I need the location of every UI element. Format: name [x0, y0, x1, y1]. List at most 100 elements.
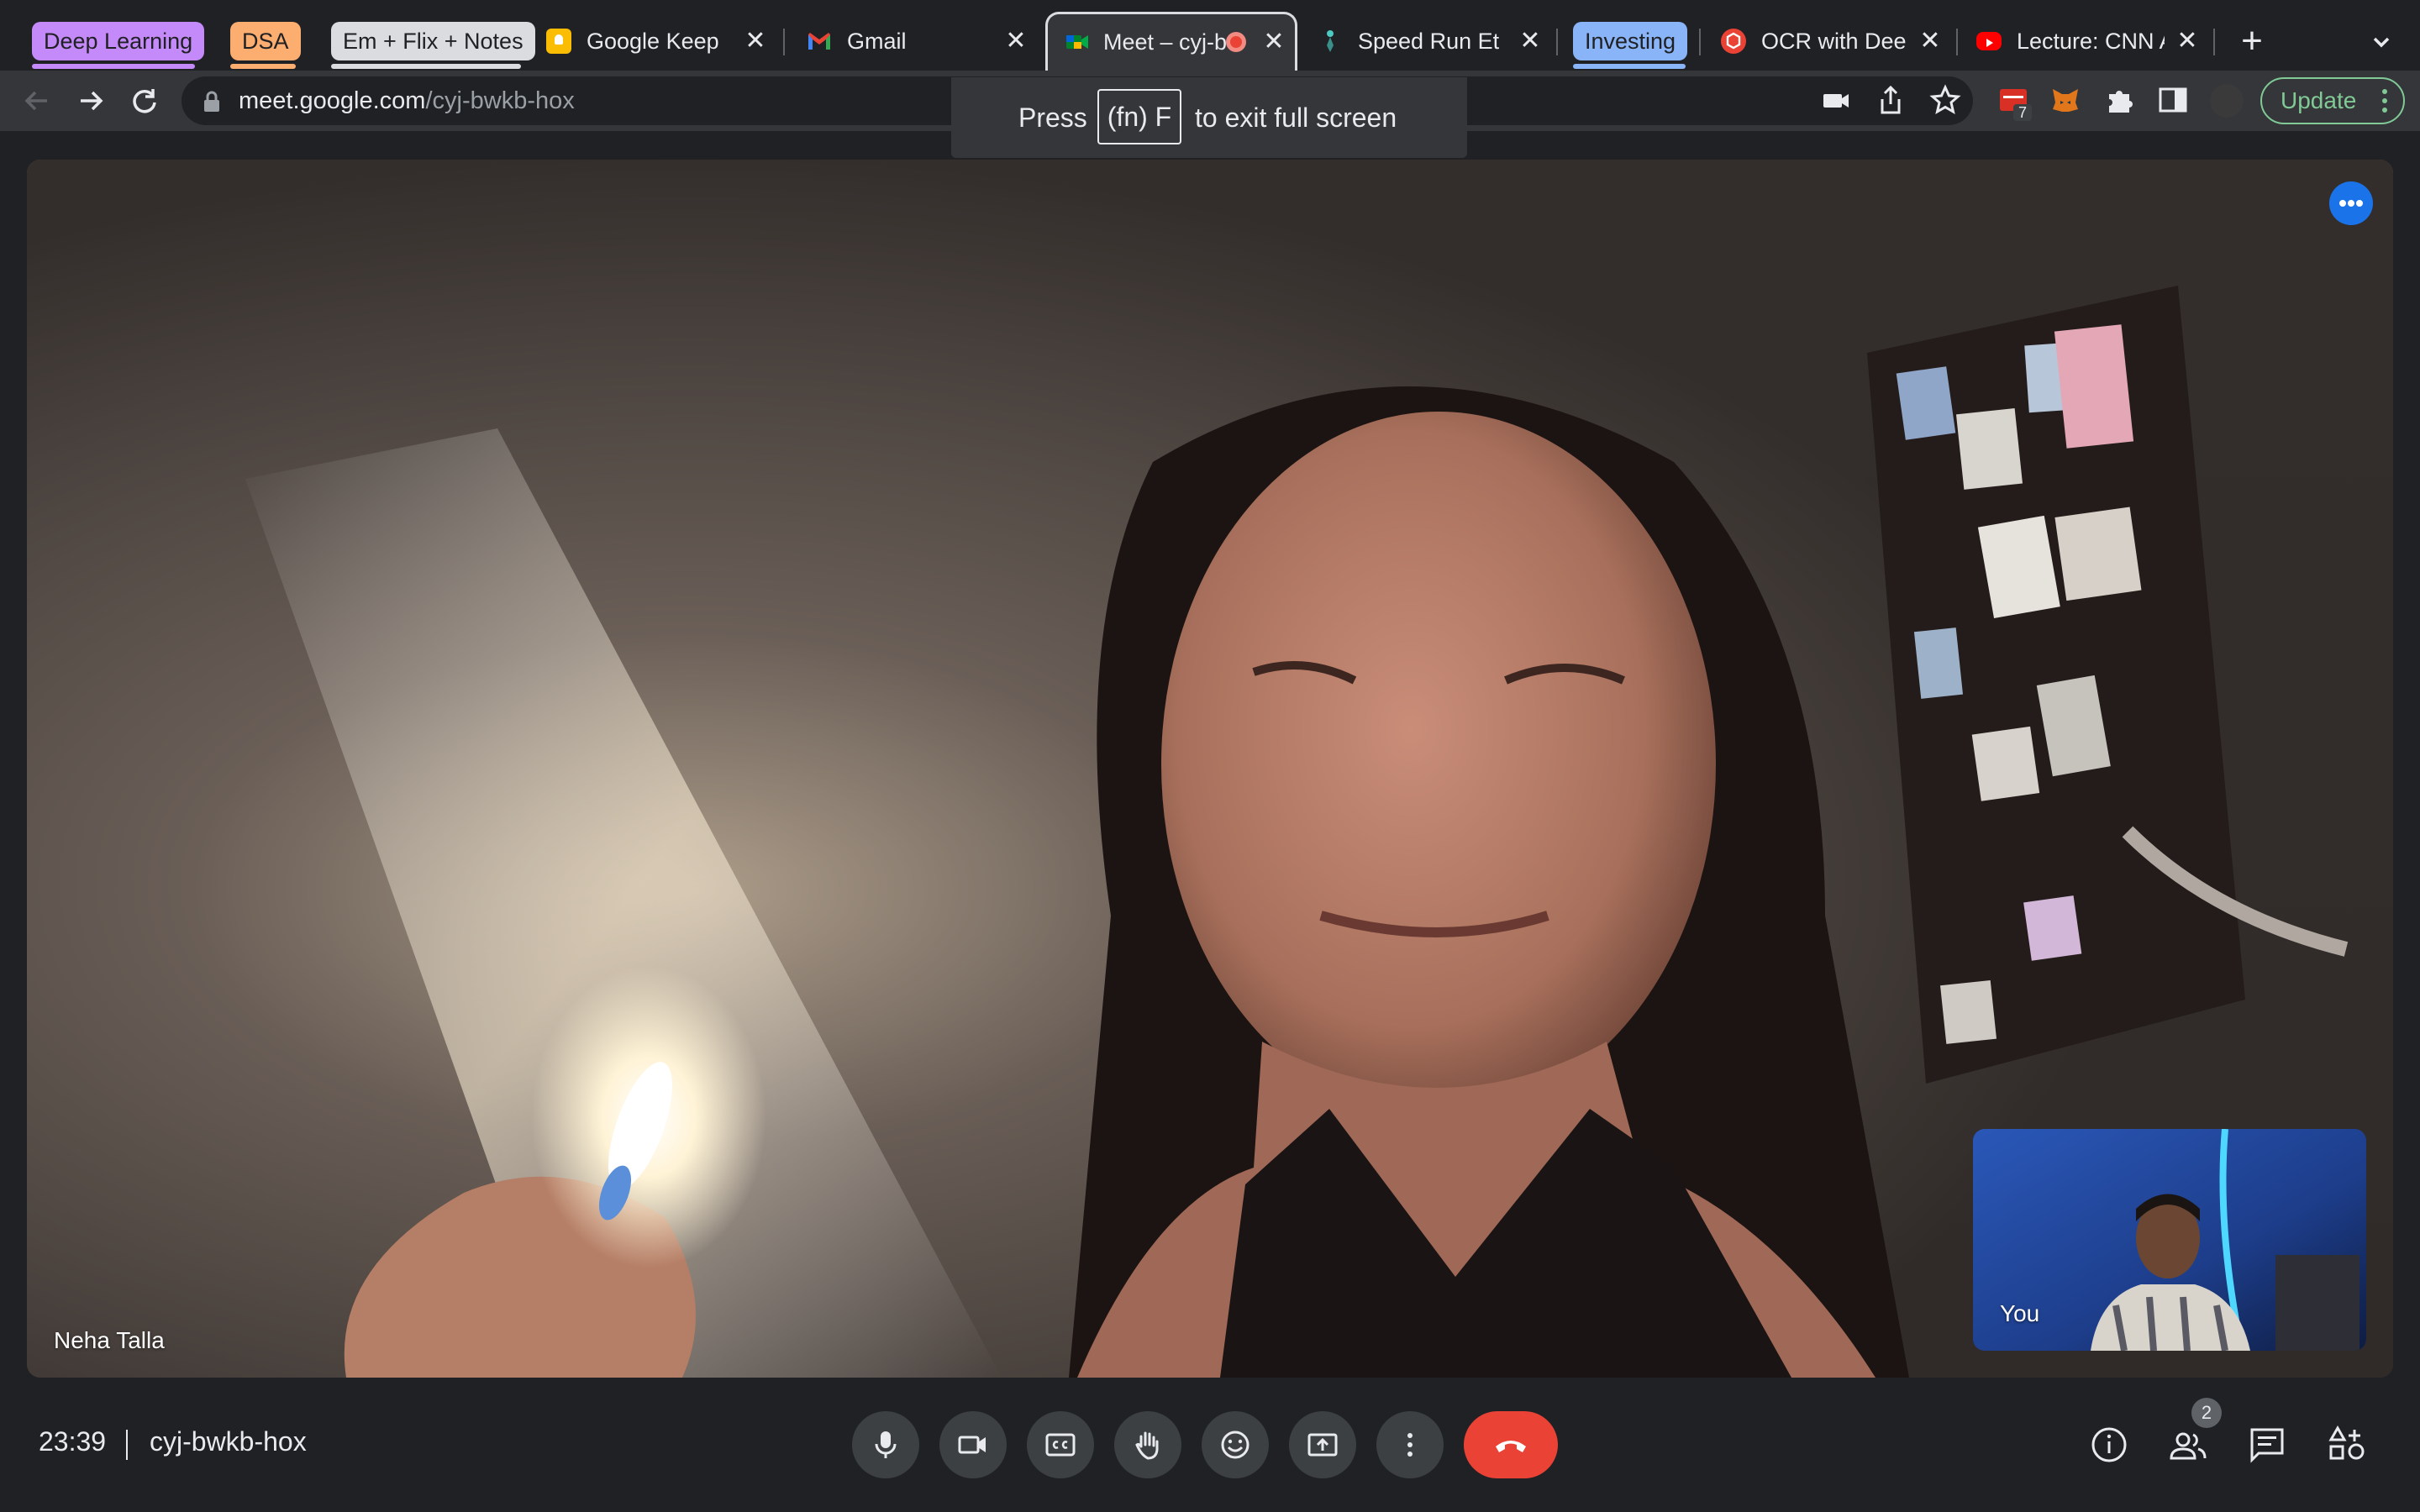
keep-icon — [546, 29, 571, 54]
leave-call-button[interactable] — [1464, 1411, 1558, 1478]
more-options-button[interactable] — [1376, 1411, 1444, 1478]
video-camera-icon — [958, 1436, 986, 1454]
meeting-code: cyj-bwkb-hox — [150, 1426, 307, 1457]
lock-icon[interactable] — [202, 91, 222, 113]
hexagon-icon — [1721, 29, 1746, 54]
tab-divider — [1956, 29, 1958, 55]
more-vert-icon — [1407, 1433, 1413, 1457]
tab-group-label: Deep Learning — [44, 29, 193, 54]
tab-group-underline — [331, 64, 521, 69]
participant-name: Neha Talla — [54, 1327, 165, 1353]
people-button[interactable] — [2166, 1423, 2210, 1467]
tab-ocr-deep-learning[interactable]: OCR with Deep Learning ✕ — [1721, 12, 1948, 71]
update-button[interactable]: Update — [2260, 77, 2405, 124]
info-icon — [2091, 1427, 2127, 1462]
profile-avatar[interactable] — [2210, 84, 2244, 118]
extensions-puzzle-icon[interactable] — [2104, 84, 2134, 116]
share-icon[interactable] — [1876, 84, 1906, 116]
gmail-icon — [807, 29, 832, 54]
tab-group-underline — [230, 64, 296, 69]
tab-title: Gmail — [847, 29, 907, 54]
update-label: Update — [2281, 87, 2357, 113]
captions-button[interactable] — [1027, 1411, 1094, 1478]
tab-group-dsa[interactable]: DSA — [230, 22, 301, 60]
people-icon — [2170, 1432, 2207, 1460]
chat-button[interactable] — [2245, 1423, 2289, 1467]
close-tab-icon[interactable]: ✕ — [1260, 28, 1288, 56]
present-screen-button[interactable] — [1289, 1411, 1356, 1478]
closed-captions-icon — [1045, 1433, 1076, 1457]
tab-divider — [783, 29, 785, 55]
bookmark-star-icon[interactable] — [1929, 84, 1961, 116]
ethereum-icon — [1318, 29, 1343, 54]
calendar-extension-icon[interactable]: 7 — [1998, 86, 2032, 121]
hang-up-phone-icon — [1496, 1441, 1526, 1452]
tab-divider — [1699, 29, 1701, 55]
close-tab-icon[interactable]: ✕ — [1002, 27, 1030, 55]
self-view-tile[interactable]: You — [1973, 1129, 2366, 1351]
tab-strip: Deep Learning DSA Em + Flix + Notes Goog… — [0, 0, 2420, 72]
toast-key: (fn) F — [1097, 89, 1181, 144]
url-path: /cyj-bwkb-hox — [425, 87, 575, 114]
reactions-button[interactable] — [1202, 1411, 1269, 1478]
fullscreen-exit-toast: Press (fn) F to exit full screen — [951, 77, 1467, 158]
extension-badge: 7 — [2013, 104, 2032, 121]
tab-google-keep[interactable]: Google Keep ✕ — [546, 12, 773, 71]
chat-icon — [2250, 1428, 2284, 1463]
close-tab-icon[interactable]: ✕ — [741, 27, 770, 55]
activities-button[interactable] — [2326, 1423, 2370, 1467]
tab-search-chevron-icon[interactable] — [2365, 25, 2398, 59]
tab-gmail[interactable]: Gmail ✕ — [807, 12, 1034, 71]
participant-count-badge: 2 — [2191, 1398, 2222, 1428]
reload-icon[interactable] — [126, 82, 163, 119]
tab-group-em-flix-notes[interactable]: Em + Flix + Notes — [331, 22, 535, 60]
camera-in-use-icon[interactable] — [1822, 87, 1852, 114]
tab-group-label: DSA — [242, 29, 289, 54]
tab-speed-run-ethereum[interactable]: Speed Run Ethereum ✕ — [1318, 12, 1549, 71]
forward-arrow-icon[interactable] — [72, 82, 109, 119]
close-tab-icon[interactable]: ✕ — [1516, 27, 1544, 55]
tab-group-label: Investing — [1585, 29, 1676, 54]
tab-title: Meet – cyj-bwkb-hox — [1103, 29, 1229, 55]
tab-group-deep-learning[interactable]: Deep Learning — [32, 22, 205, 60]
close-tab-icon[interactable]: ✕ — [1916, 27, 1944, 55]
tab-group-investing[interactable]: Investing — [1573, 22, 1688, 60]
tab-group-underline — [32, 64, 195, 69]
close-tab-icon[interactable]: ✕ — [2173, 27, 2202, 55]
recording-indicator-icon — [1226, 32, 1246, 52]
microphone-button[interactable] — [852, 1411, 919, 1478]
metamask-fox-icon[interactable] — [2050, 86, 2081, 114]
toast-rest-text: to exit full screen — [1195, 102, 1397, 133]
tab-meet-active[interactable]: Meet – cyj-bwkb-hox ✕ — [1045, 12, 1297, 72]
raise-hand-button[interactable] — [1114, 1411, 1181, 1478]
clock-divider — [126, 1430, 128, 1460]
participant-more-options-button[interactable] — [2329, 181, 2373, 225]
more-vert-icon — [2381, 87, 2388, 114]
url-host: meet.google.com — [239, 87, 426, 114]
tab-group-underline — [1573, 64, 1686, 69]
back-arrow-icon[interactable] — [18, 82, 55, 119]
tab-title: Google Keep — [587, 29, 719, 54]
emoji-smile-icon — [1221, 1431, 1249, 1459]
camera-button[interactable] — [939, 1411, 1007, 1478]
meeting-details-button[interactable] — [2087, 1423, 2131, 1467]
youtube-icon — [1976, 32, 2002, 50]
new-tab-button[interactable]: + — [2235, 20, 2269, 62]
raise-hand-icon — [1135, 1431, 1159, 1460]
tab-divider — [2213, 29, 2215, 55]
present-screen-icon — [1307, 1433, 1338, 1457]
toast-press-text: Press — [1018, 102, 1087, 133]
more-horiz-icon — [2339, 200, 2363, 207]
tab-title: OCR with Deep Learning — [1761, 29, 1906, 54]
self-label: You — [2000, 1300, 2040, 1326]
tab-title: Lecture: CNN Architectures — [2017, 29, 2165, 54]
microphone-icon — [875, 1431, 897, 1458]
activities-shapes-icon — [2328, 1425, 2365, 1460]
tab-lecture-cnn[interactable]: Lecture: CNN Architectures ✕ — [1976, 12, 2203, 71]
tab-title: Speed Run Ethereum — [1358, 29, 1501, 54]
url-text[interactable]: meet.google.com/cyj-bwkb-hox — [239, 76, 575, 125]
tab-divider — [1556, 29, 1558, 55]
side-panel-icon[interactable] — [2158, 86, 2188, 114]
meet-icon — [1065, 29, 1090, 55]
tab-group-label: Em + Flix + Notes — [343, 29, 523, 54]
